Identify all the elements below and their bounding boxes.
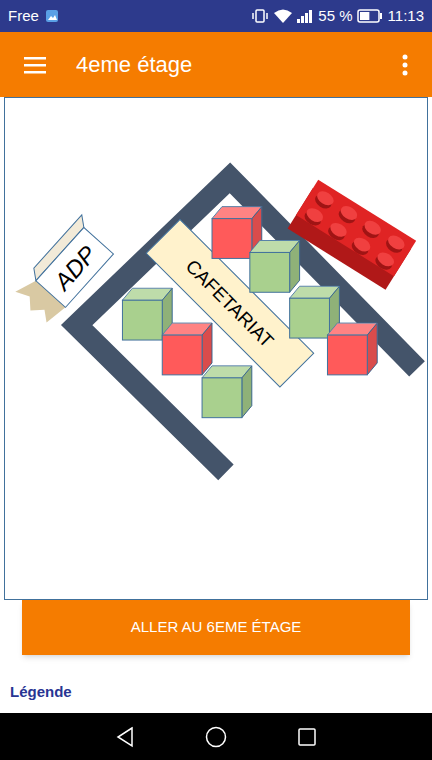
wifi-icon [273,8,293,24]
lego-brick [288,180,416,290]
floor-plan-drawing: ADP CAFETARIAT [5,98,426,599]
cafeteria: CAFETARIAT [146,219,313,386]
gallery-icon [45,9,59,23]
navigation-bar [0,713,432,760]
menu-icon[interactable] [24,56,46,74]
corridor [77,178,417,473]
toolbar-title: 4eme étage [76,48,192,81]
room-cube[interactable] [202,366,252,418]
signal-icon [296,8,314,24]
status-bar: Free 55 % 11:13 [0,0,432,32]
app: Free 55 % 11:13 4eme étage ADP CAFETARIAT ALLE… [0,0,432,760]
toolbar: 4eme étage [0,32,432,97]
next-floor-button[interactable]: ALLER AU 6EME ÉTAGE [22,600,410,655]
more-icon[interactable] [402,54,408,76]
clock: 11:13 [388,5,424,28]
room-cube[interactable] [250,241,300,293]
office-label: ADP [47,240,101,296]
recent-apps-icon[interactable] [297,727,317,747]
office-box: ADP [11,215,119,327]
back-icon[interactable] [115,726,135,748]
carrier: Free [8,5,39,28]
battery-icon [357,9,383,23]
legend-title[interactable]: Légende [0,681,432,704]
battery-text: 55 % [318,5,352,28]
room-cube[interactable] [327,323,377,375]
room-cube[interactable] [162,323,212,375]
home-icon[interactable] [205,726,227,748]
floor-map: ADP CAFETARIAT [4,97,428,600]
vibrate-icon [251,8,269,24]
